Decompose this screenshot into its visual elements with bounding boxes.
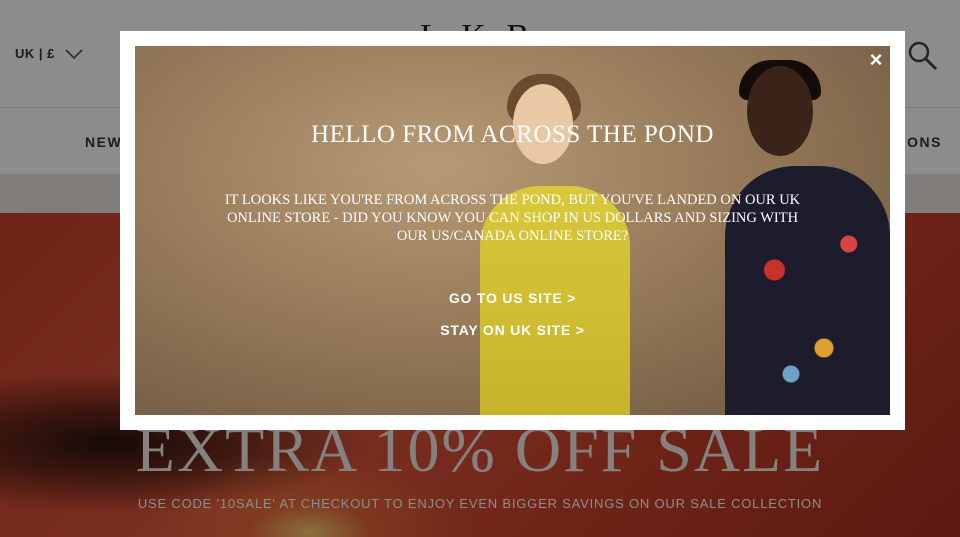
modal-title: HELLO FROM ACROSS THE POND bbox=[311, 121, 714, 148]
close-icon[interactable]: × bbox=[865, 49, 887, 71]
go-to-us-site-link[interactable]: GO TO US SITE > bbox=[120, 290, 905, 306]
region-modal: × HELLO FROM ACROSS THE POND IT LOOKS LI… bbox=[120, 31, 905, 430]
stay-on-uk-site-link[interactable]: STAY ON UK SITE > bbox=[120, 322, 905, 338]
modal-body-text: IT LOOKS LIKE YOU'RE FROM ACROSS THE PON… bbox=[224, 192, 801, 244]
